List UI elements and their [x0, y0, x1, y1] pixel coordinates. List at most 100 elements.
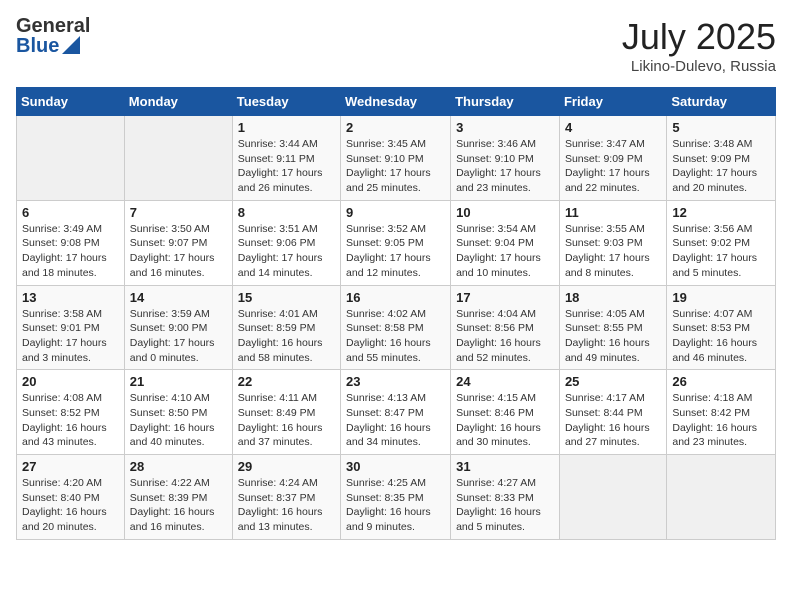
day-info: Sunrise: 4:11 AM Sunset: 8:49 PM Dayligh… [238, 391, 335, 450]
calendar-cell: 12 Sunrise: 3:56 AM Sunset: 9:02 PM Dayli… [667, 200, 776, 285]
calendar-header: SundayMondayTuesdayWednesdayThursdayFrid… [17, 88, 776, 116]
day-of-week-header: Saturday [667, 88, 776, 116]
title-block: July 2025 Likino-Dulevo, Russia [622, 16, 776, 75]
calendar-cell: 24 Sunrise: 4:15 AM Sunset: 8:46 PM Dayli… [451, 370, 560, 455]
calendar-cell: 23 Sunrise: 4:13 AM Sunset: 8:47 PM Dayli… [341, 370, 451, 455]
calendar-cell: 13 Sunrise: 3:58 AM Sunset: 9:01 PM Dayli… [17, 285, 125, 370]
day-of-week-header: Sunday [17, 88, 125, 116]
calendar-cell: 4 Sunrise: 3:47 AM Sunset: 9:09 PM Daylig… [559, 116, 666, 201]
day-of-week-header: Friday [559, 88, 666, 116]
day-number: 7 [130, 205, 227, 220]
calendar-cell: 16 Sunrise: 4:02 AM Sunset: 8:58 PM Dayli… [341, 285, 451, 370]
day-info: Sunrise: 3:45 AM Sunset: 9:10 PM Dayligh… [346, 137, 445, 196]
day-info: Sunrise: 3:49 AM Sunset: 9:08 PM Dayligh… [22, 222, 119, 281]
day-info: Sunrise: 4:10 AM Sunset: 8:50 PM Dayligh… [130, 391, 227, 450]
day-number: 26 [672, 374, 770, 389]
day-number: 18 [565, 290, 661, 305]
calendar-cell: 9 Sunrise: 3:52 AM Sunset: 9:05 PM Daylig… [341, 200, 451, 285]
day-number: 15 [238, 290, 335, 305]
day-info: Sunrise: 4:04 AM Sunset: 8:56 PM Dayligh… [456, 307, 554, 366]
day-number: 11 [565, 205, 661, 220]
calendar-cell: 22 Sunrise: 4:11 AM Sunset: 8:49 PM Dayli… [232, 370, 340, 455]
day-info: Sunrise: 3:46 AM Sunset: 9:10 PM Dayligh… [456, 137, 554, 196]
day-info: Sunrise: 3:50 AM Sunset: 9:07 PM Dayligh… [130, 222, 227, 281]
day-info: Sunrise: 4:08 AM Sunset: 8:52 PM Dayligh… [22, 391, 119, 450]
calendar-cell: 8Sunrise: 3:51 AM Sunset: 9:06 PM Daylig… [232, 200, 340, 285]
day-number: 16 [346, 290, 445, 305]
calendar-cell: 19 Sunrise: 4:07 AM Sunset: 8:53 PM Dayli… [667, 285, 776, 370]
day-info: Sunrise: 4:01 AM Sunset: 8:59 PM Dayligh… [238, 307, 335, 366]
day-number: 4 [565, 120, 661, 135]
day-number: 27 [22, 459, 119, 474]
day-number: 9 [346, 205, 445, 220]
day-number: 30 [346, 459, 445, 474]
calendar-cell: 26 Sunrise: 4:18 AM Sunset: 8:42 PM Dayli… [667, 370, 776, 455]
day-number: 12 [672, 205, 770, 220]
logo-blue: Blue [16, 36, 59, 56]
calendar-cell [667, 455, 776, 540]
calendar-cell: 25Sunrise: 4:17 AM Sunset: 8:44 PM Dayli… [559, 370, 666, 455]
day-info: Sunrise: 3:58 AM Sunset: 9:01 PM Dayligh… [22, 307, 119, 366]
day-number: 21 [130, 374, 227, 389]
calendar-cell [17, 116, 125, 201]
day-info: Sunrise: 4:15 AM Sunset: 8:46 PM Dayligh… [456, 391, 554, 450]
day-info: Sunrise: 4:20 AM Sunset: 8:40 PM Dayligh… [22, 476, 119, 535]
calendar-title: July 2025 [622, 16, 776, 58]
day-number: 1 [238, 120, 335, 135]
page-header: General Blue July 2025 Likino-Dulevo, Ru… [16, 16, 776, 75]
calendar-cell: 10Sunrise: 3:54 AM Sunset: 9:04 PM Dayli… [451, 200, 560, 285]
day-number: 5 [672, 120, 770, 135]
day-info: Sunrise: 3:47 AM Sunset: 9:09 PM Dayligh… [565, 137, 661, 196]
calendar-cell: 30 Sunrise: 4:25 AM Sunset: 8:35 PM Dayli… [341, 455, 451, 540]
day-info: Sunrise: 3:52 AM Sunset: 9:05 PM Dayligh… [346, 222, 445, 281]
calendar-week-row: 20Sunrise: 4:08 AM Sunset: 8:52 PM Dayli… [17, 370, 776, 455]
day-number: 23 [346, 374, 445, 389]
calendar-cell: 29Sunrise: 4:24 AM Sunset: 8:37 PM Dayli… [232, 455, 340, 540]
day-of-week-header: Wednesday [341, 88, 451, 116]
calendar-cell: 5Sunrise: 3:48 AM Sunset: 9:09 PM Daylig… [667, 116, 776, 201]
day-info: Sunrise: 4:13 AM Sunset: 8:47 PM Dayligh… [346, 391, 445, 450]
day-info: Sunrise: 4:17 AM Sunset: 8:44 PM Dayligh… [565, 391, 661, 450]
day-number: 13 [22, 290, 119, 305]
day-info: Sunrise: 4:02 AM Sunset: 8:58 PM Dayligh… [346, 307, 445, 366]
day-info: Sunrise: 3:51 AM Sunset: 9:06 PM Dayligh… [238, 222, 335, 281]
calendar-cell: 14Sunrise: 3:59 AM Sunset: 9:00 PM Dayli… [124, 285, 232, 370]
day-of-week-header: Thursday [451, 88, 560, 116]
calendar-cell: 11 Sunrise: 3:55 AM Sunset: 9:03 PM Dayli… [559, 200, 666, 285]
day-of-week-header: Monday [124, 88, 232, 116]
calendar-cell: 18 Sunrise: 4:05 AM Sunset: 8:55 PM Dayli… [559, 285, 666, 370]
day-number: 19 [672, 290, 770, 305]
day-info: Sunrise: 4:22 AM Sunset: 8:39 PM Dayligh… [130, 476, 227, 535]
day-number: 22 [238, 374, 335, 389]
calendar-location: Likino-Dulevo, Russia [622, 58, 776, 75]
day-info: Sunrise: 4:27 AM Sunset: 8:33 PM Dayligh… [456, 476, 554, 535]
day-info: Sunrise: 4:05 AM Sunset: 8:55 PM Dayligh… [565, 307, 661, 366]
day-info: Sunrise: 4:07 AM Sunset: 8:53 PM Dayligh… [672, 307, 770, 366]
calendar-cell: 3 Sunrise: 3:46 AM Sunset: 9:10 PM Daylig… [451, 116, 560, 201]
calendar-cell [124, 116, 232, 201]
calendar-week-row: 27 Sunrise: 4:20 AM Sunset: 8:40 PM Dayli… [17, 455, 776, 540]
day-info: Sunrise: 3:55 AM Sunset: 9:03 PM Dayligh… [565, 222, 661, 281]
day-info: Sunrise: 3:59 AM Sunset: 9:00 PM Dayligh… [130, 307, 227, 366]
day-number: 24 [456, 374, 554, 389]
logo-general: General [16, 16, 90, 36]
calendar-cell: 27 Sunrise: 4:20 AM Sunset: 8:40 PM Dayli… [17, 455, 125, 540]
calendar-cell [559, 455, 666, 540]
day-number: 3 [456, 120, 554, 135]
day-info: Sunrise: 3:44 AM Sunset: 9:11 PM Dayligh… [238, 137, 335, 196]
day-info: Sunrise: 4:25 AM Sunset: 8:35 PM Dayligh… [346, 476, 445, 535]
day-of-week-header: Tuesday [232, 88, 340, 116]
calendar-cell: 2Sunrise: 3:45 AM Sunset: 9:10 PM Daylig… [341, 116, 451, 201]
calendar-cell: 17 Sunrise: 4:04 AM Sunset: 8:56 PM Dayli… [451, 285, 560, 370]
day-info: Sunrise: 3:56 AM Sunset: 9:02 PM Dayligh… [672, 222, 770, 281]
day-info: Sunrise: 4:18 AM Sunset: 8:42 PM Dayligh… [672, 391, 770, 450]
day-number: 28 [130, 459, 227, 474]
day-number: 17 [456, 290, 554, 305]
calendar-cell: 1 Sunrise: 3:44 AM Sunset: 9:11 PM Daylig… [232, 116, 340, 201]
day-info: Sunrise: 4:24 AM Sunset: 8:37 PM Dayligh… [238, 476, 335, 535]
calendar-week-row: 13 Sunrise: 3:58 AM Sunset: 9:01 PM Dayli… [17, 285, 776, 370]
calendar-body: 1 Sunrise: 3:44 AM Sunset: 9:11 PM Daylig… [17, 116, 776, 540]
calendar-cell: 21 Sunrise: 4:10 AM Sunset: 8:50 PM Dayli… [124, 370, 232, 455]
calendar-cell: 28 Sunrise: 4:22 AM Sunset: 8:39 PM Dayli… [124, 455, 232, 540]
day-number: 31 [456, 459, 554, 474]
